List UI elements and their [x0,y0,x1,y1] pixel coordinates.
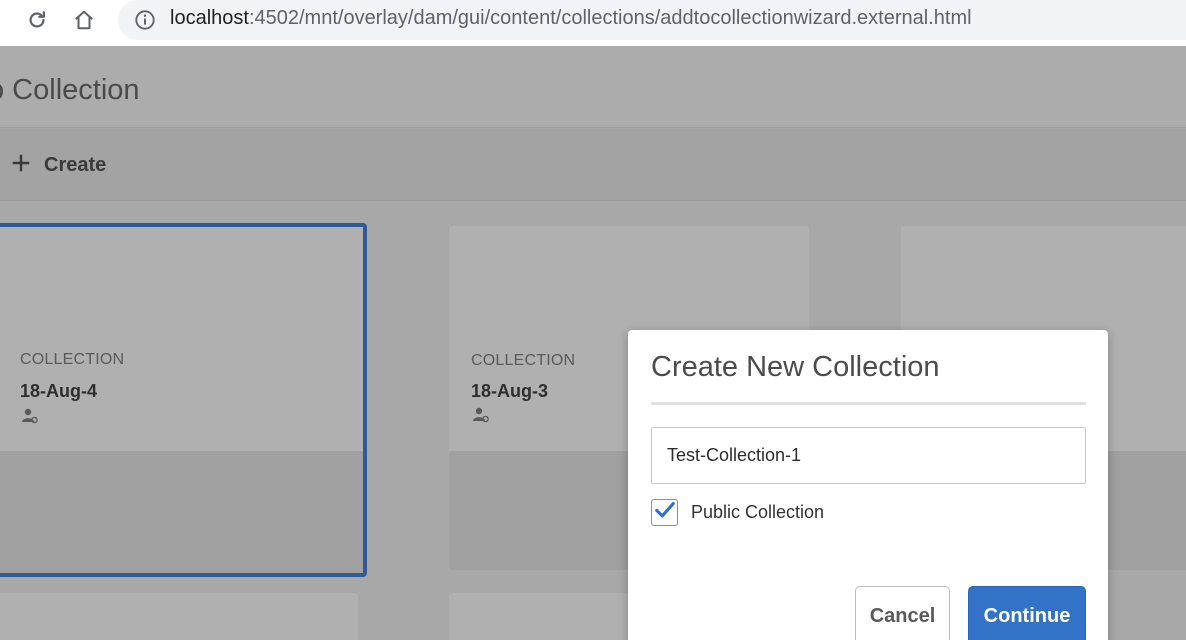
checkmark-icon [654,499,676,526]
address-bar[interactable]: localhost:4502/mnt/overlay/dam/gui/conte… [118,0,1186,40]
plus-icon [10,152,32,179]
dialog-title: Create New Collection [651,351,940,383]
browser-toolbar: localhost:4502/mnt/overlay/dam/gui/conte… [0,0,1186,46]
card-footer [0,451,363,573]
page-header: o Collection [0,46,1186,128]
create-button[interactable]: Create [10,149,106,181]
user-share-icon [21,407,39,425]
card-name: 18-Aug-4 [20,381,98,401]
user-share-icon [472,406,490,424]
url-path: :4502/mnt/overlay/dam/gui/content/collec… [248,7,972,29]
collection-card[interactable] [0,593,358,640]
action-bar: Create [0,129,1186,201]
cancel-button[interactable]: Cancel [855,586,950,640]
public-collection-checkbox[interactable]: Public Collection [651,499,824,526]
card-name: 18-Aug-3 [471,381,549,401]
create-label: Create [44,153,107,176]
checkbox-box[interactable] [651,499,678,526]
card-type-label: COLLECTION [471,352,576,369]
card-thumbnail [0,227,363,452]
collection-name-input[interactable] [651,427,1086,484]
url-text: localhost:4502/mnt/overlay/dam/gui/conte… [170,7,972,30]
page-title: o Collection [0,74,140,106]
public-collection-label: Public Collection [691,502,825,522]
info-icon[interactable] [134,9,156,31]
collection-card[interactable]: COLLECTION 18-Aug-4 [0,224,366,576]
create-collection-dialog: Create New Collection Public Collection … [628,330,1108,640]
card-type-label: COLLECTION [20,351,125,368]
continue-button[interactable]: Continue [968,586,1086,640]
home-icon[interactable] [69,5,99,35]
dialog-divider [651,402,1086,405]
reload-icon[interactable] [22,5,52,35]
url-host: localhost [170,7,249,29]
